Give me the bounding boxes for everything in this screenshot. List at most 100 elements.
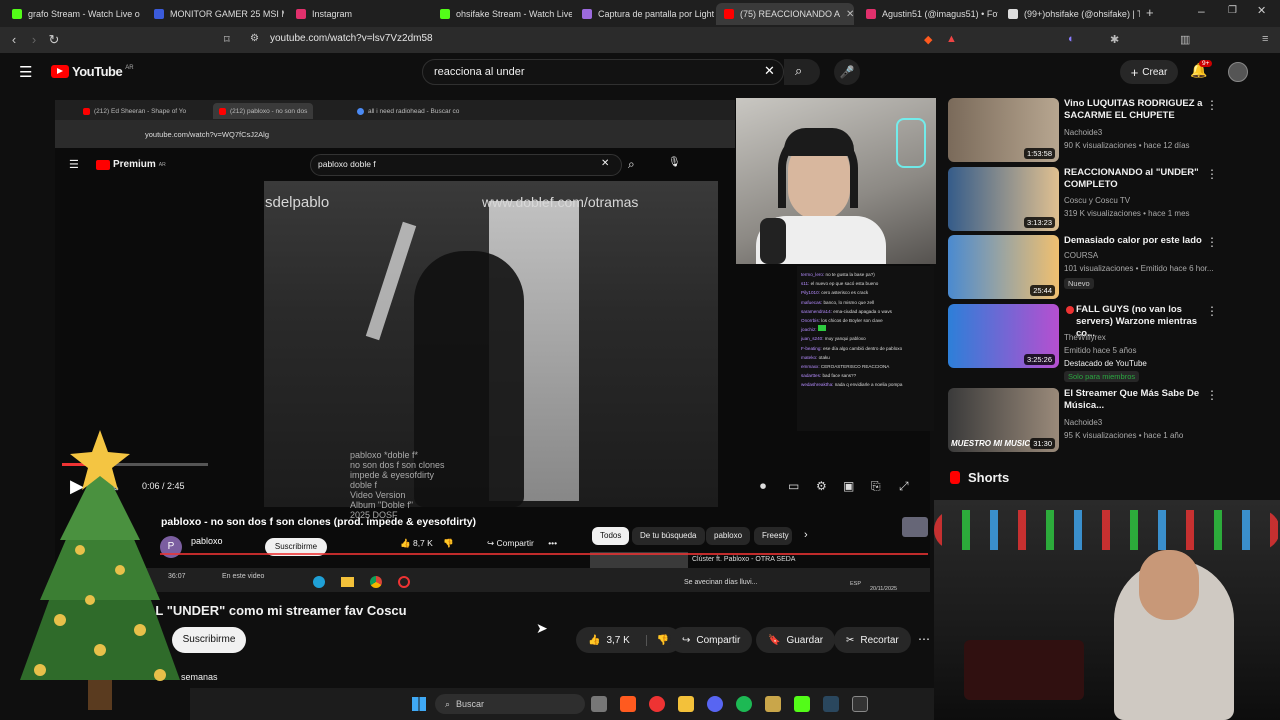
browser-tab[interactable]: Agustin51 (@imagus51) • Foto xyxy=(858,3,998,25)
close-window-icon[interactable]: ✕ xyxy=(1257,4,1266,17)
more-options-icon[interactable]: ⋮ xyxy=(1206,304,1218,318)
obs-icon xyxy=(398,576,410,588)
streamer-webcam-2 xyxy=(934,500,1280,720)
extension-icon[interactable]: ◐ xyxy=(1068,33,1075,45)
light-streak xyxy=(365,221,417,341)
search-button[interactable]: ⌕ xyxy=(784,59,820,85)
more-actions-icon[interactable]: ⋯ xyxy=(918,632,930,646)
thumbs-down-icon[interactable]: 👎 xyxy=(645,634,669,646)
rewards-icon[interactable]: ▲ xyxy=(946,33,957,45)
back-icon[interactable]: ‹ xyxy=(4,32,24,47)
reload-icon[interactable]: ↻ xyxy=(44,32,64,48)
settings-icon[interactable]: ⚙ xyxy=(816,479,827,493)
browser-tab[interactable]: (99+)ohsifake (@ohsifake) | Tik xyxy=(1000,3,1140,25)
video-title[interactable]: Vino LUQUITAS RODRIGUEZ a SACARME EL CHU… xyxy=(1064,98,1204,122)
mic-icon[interactable]: 🎤 xyxy=(834,59,860,85)
more-options-icon[interactable]: ⋮ xyxy=(1206,235,1218,249)
app-icon[interactable] xyxy=(765,696,781,712)
channel-name[interactable]: TheWillyrex xyxy=(1064,332,1106,344)
bookmark-icon[interactable]: ⌑ xyxy=(224,33,230,46)
task-view-icon[interactable] xyxy=(591,696,607,712)
forward-icon[interactable]: › xyxy=(24,32,44,47)
chat-message: Pily1010: cero asterisco es crack xyxy=(801,290,869,296)
video-thumbnail[interactable]: 25:44 xyxy=(948,235,1059,299)
video-thumbnail[interactable]: 3:25:26 xyxy=(948,304,1059,368)
like-button[interactable]: 👍 3,7 K 👎 xyxy=(576,627,682,653)
chevron-right-icon: › xyxy=(804,529,808,541)
new-tab-icon[interactable]: + xyxy=(1146,5,1154,20)
more-options-icon[interactable]: ⋮ xyxy=(1206,388,1218,402)
site-icon xyxy=(154,9,164,19)
site-info-icon[interactable]: ⚙ xyxy=(250,33,259,44)
youtube-logo[interactable]: YouTube AR xyxy=(51,64,134,79)
recommended-video[interactable]: 3:13:23 REACCIONANDO al "UNDER" COMPLETO… xyxy=(948,167,1268,245)
epic-games-icon[interactable] xyxy=(852,696,868,712)
subtitles-icon[interactable]: ▭ xyxy=(788,479,799,493)
streamer-webcam xyxy=(736,98,936,264)
video-thumbnail[interactable]: 1:53:58 xyxy=(948,98,1059,162)
embedded-lang: ESP xyxy=(850,581,862,587)
chat-message: wedashreaktha: nada q envidiarle a noeli… xyxy=(801,382,903,388)
close-icon[interactable]: ✕ xyxy=(846,9,854,20)
channel-name[interactable]: Coscu y Coscu TV xyxy=(1064,195,1130,207)
kick-icon[interactable] xyxy=(794,696,810,712)
browser-tab[interactable]: grafo Stream - Watch Live o xyxy=(4,3,144,25)
brave-shield-icon[interactable]: ◆ xyxy=(924,33,932,46)
video-title[interactable]: REACCIONANDO al "UNDER" COMPLETO xyxy=(1064,167,1204,191)
minimize-icon[interactable]: – xyxy=(1198,4,1205,18)
video-thumbnail[interactable]: 3:13:23 xyxy=(948,167,1059,231)
menu-icon[interactable]: ≡ xyxy=(1262,33,1268,45)
edge-icon xyxy=(313,576,325,588)
url-field[interactable]: youtube.com/watch?v=lsv7Vz2dm58 xyxy=(270,33,433,44)
brave-icon[interactable] xyxy=(620,696,636,712)
christmas-tree-overlay xyxy=(20,430,180,710)
discord-icon[interactable] xyxy=(707,696,723,712)
channel-name[interactable]: Nachoide3 xyxy=(1064,417,1102,429)
browser-tab[interactable]: Instagram xyxy=(288,3,428,25)
clear-search-icon[interactable]: ✕ xyxy=(764,63,775,79)
recommended-video[interactable]: MUESTRO MI MUSIC 31:30 El Streamer Que M… xyxy=(948,388,1268,466)
clip-button[interactable]: ✂ Recortar xyxy=(834,627,911,653)
hamburger-menu-icon[interactable]: ☰ xyxy=(19,63,32,81)
extensions-icon[interactable]: ✱ xyxy=(1110,33,1119,46)
autoplay-toggle-icon[interactable]: ⏺ xyxy=(760,479,766,494)
in-this-video-label: En este video xyxy=(222,573,265,580)
channel-name[interactable]: Nachoide3 xyxy=(1064,127,1102,139)
app-icon[interactable] xyxy=(649,696,665,712)
search-input[interactable]: reacciona al under xyxy=(434,66,525,78)
create-button[interactable]: + Crear xyxy=(1120,60,1178,84)
browser-tab[interactable]: ohsifake Stream - Watch Live o xyxy=(432,3,572,25)
fullscreen-icon[interactable]: ⤢ xyxy=(899,479,909,494)
avatar[interactable] xyxy=(1228,62,1248,82)
video-thumbnail[interactable]: MUESTRO MI MUSIC 31:30 xyxy=(948,388,1059,452)
browser-tab[interactable]: MONITOR GAMER 25 MSI MA xyxy=(146,3,284,25)
plus-icon: + xyxy=(1130,64,1139,80)
recommended-video[interactable]: 1:53:58 Vino LUQUITAS RODRIGUEZ a SACARM… xyxy=(948,98,1268,176)
miniplayer-icon[interactable]: ▣ xyxy=(843,479,854,493)
video-title[interactable]: El Streamer Que Más Sabe De Música... xyxy=(1064,388,1204,412)
windows-search-box[interactable]: ⌕ Buscar xyxy=(435,694,585,714)
more-options-icon[interactable]: ⋮ xyxy=(1206,167,1218,181)
more-options-icon[interactable]: ⋮ xyxy=(1206,98,1218,112)
share-button[interactable]: ↪ Compartir xyxy=(670,627,753,653)
channel-name[interactable]: COURSA xyxy=(1064,250,1098,262)
save-button[interactable]: 🔖 Guardar xyxy=(756,627,836,653)
sidebar-icon[interactable]: ▥ xyxy=(1180,33,1190,46)
recommended-video[interactable]: 25:44 Demasiado calor por este lado COUR… xyxy=(948,235,1268,313)
restore-icon[interactable]: ❐ xyxy=(1228,5,1237,16)
video-title[interactable]: Demasiado calor por este lado xyxy=(1064,235,1204,247)
duration-badge: 31:30 xyxy=(1030,438,1055,449)
live-dot-icon xyxy=(1066,306,1074,314)
embedded-tab-strip: (212) Ed Sheeran - Shape of Yo (212) pab… xyxy=(55,100,735,120)
folder-icon[interactable] xyxy=(678,696,694,712)
embedded-share-button: ↪ Compartir ••• xyxy=(487,538,558,548)
recommended-video[interactable]: 3:25:26 FALL GUYS (no van los servers) W… xyxy=(948,304,1268,382)
video-overlay-url: www.doblef.com/otramas xyxy=(482,194,639,210)
spotify-icon[interactable] xyxy=(736,696,752,712)
windows-start-icon[interactable] xyxy=(412,697,426,711)
browser-tab[interactable]: Captura de pantalla por Lights xyxy=(574,3,714,25)
embedded-url: youtube.com/watch?v=WQ7fCsJ2Alg xyxy=(145,130,270,139)
steam-icon[interactable] xyxy=(823,696,839,712)
browser-tab-active[interactable]: (75) REACCIONANDO A ✕ xyxy=(716,3,854,25)
cast-icon[interactable]: ⎘ xyxy=(871,479,881,494)
